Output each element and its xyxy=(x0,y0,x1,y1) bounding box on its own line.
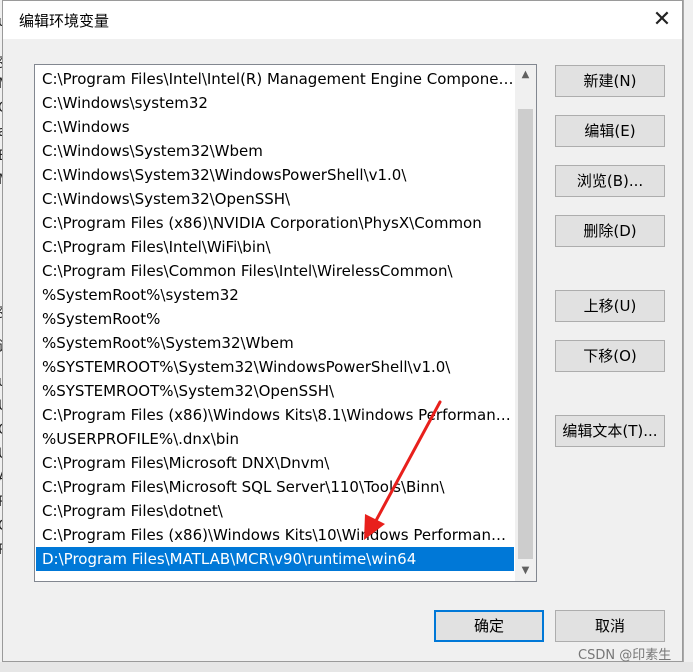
path-list-item[interactable]: C:\Program Files (x86)\Windows Kits\8.1\… xyxy=(36,403,514,427)
scroll-down-arrow-icon[interactable]: ▼ xyxy=(515,561,536,581)
ok-button[interactable]: 确定 xyxy=(434,610,544,642)
path-list-item[interactable]: C:\Windows\System32\WindowsPowerShell\v1… xyxy=(36,163,514,187)
background-window-right xyxy=(683,0,693,672)
path-list-item[interactable]: C:\Windows\System32\Wbem xyxy=(36,139,514,163)
move-up-button[interactable]: 上移(U) xyxy=(555,290,665,322)
path-list-item[interactable]: C:\Program Files\Microsoft DNX\Dnvm\ xyxy=(36,451,514,475)
delete-button[interactable]: 删除(D) xyxy=(555,215,665,247)
path-list-item[interactable]: C:\Program Files\dotnet\ xyxy=(36,499,514,523)
path-list-item[interactable]: %SYSTEMROOT%\System32\OpenSSH\ xyxy=(36,379,514,403)
path-list-item[interactable]: C:\Program Files\Intel\WiFi\bin\ xyxy=(36,235,514,259)
title-bar: 编辑环境变量 ✕ xyxy=(3,1,682,39)
close-icon[interactable]: ✕ xyxy=(643,3,681,37)
edit-button[interactable]: 编辑(E) xyxy=(555,115,665,147)
path-list-item[interactable]: %SYSTEMROOT%\System32\WindowsPowerShell\… xyxy=(36,355,514,379)
path-list-item[interactable]: C:\Windows\system32 xyxy=(36,91,514,115)
path-list[interactable]: C:\Program Files\Intel\Intel(R) Manageme… xyxy=(34,64,537,582)
path-list-item[interactable]: C:\Program Files (x86)\Windows Kits\10\W… xyxy=(36,523,514,547)
edit-environment-variable-dialog: 编辑环境变量 ✕ C:\Program Files\Intel\Intel(R)… xyxy=(2,0,683,662)
vertical-scrollbar[interactable]: ▲ ▼ xyxy=(515,65,536,581)
path-list-item[interactable]: D:\Program Files\MATLAB\MCR\v90\runtime\… xyxy=(36,547,514,571)
path-list-item[interactable]: %USERPROFILE%\.dnx\bin xyxy=(36,427,514,451)
path-list-item[interactable]: C:\Windows xyxy=(36,115,514,139)
path-list-item[interactable]: C:\Program Files\Microsoft SQL Server\11… xyxy=(36,475,514,499)
path-list-item[interactable]: %SystemRoot% xyxy=(36,307,514,331)
new-button[interactable]: 新建(N) xyxy=(555,65,665,97)
path-list-item[interactable]: C:\Windows\System32\OpenSSH\ xyxy=(36,187,514,211)
scroll-up-arrow-icon[interactable]: ▲ xyxy=(515,65,536,85)
watermark: CSDN @印素生 xyxy=(578,648,672,663)
path-list-item[interactable]: C:\Program Files\Common Files\Intel\Wire… xyxy=(36,259,514,283)
edit-text-button[interactable]: 编辑文本(T)... xyxy=(555,415,665,447)
path-list-item[interactable]: C:\Program Files\Intel\Intel(R) Manageme… xyxy=(36,67,514,91)
background-window-bottom xyxy=(0,662,693,672)
scrollbar-thumb[interactable] xyxy=(518,109,533,559)
cancel-button[interactable]: 取消 xyxy=(555,610,665,642)
path-list-item[interactable]: C:\Program Files (x86)\NVIDIA Corporatio… xyxy=(36,211,514,235)
dialog-title: 编辑环境变量 xyxy=(19,12,110,30)
path-list-item[interactable]: %SystemRoot%\System32\Wbem xyxy=(36,331,514,355)
path-list-item[interactable]: %SystemRoot%\system32 xyxy=(36,283,514,307)
move-down-button[interactable]: 下移(O) xyxy=(555,340,665,372)
browse-button[interactable]: 浏览(B)... xyxy=(555,165,665,197)
